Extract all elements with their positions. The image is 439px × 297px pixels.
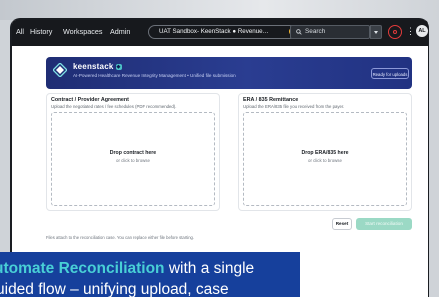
- search-scope-dropdown[interactable]: [370, 25, 382, 39]
- start-reconciliation-button[interactable]: Start reconciliation: [356, 218, 412, 230]
- hero-header: keenstack ◆ AI-Powered Healthcare Revenue…: [46, 57, 412, 89]
- search-input[interactable]: Search: [290, 25, 370, 39]
- era-upload-card: ERA / 835 Remittance Upload the ERA/835 …: [238, 93, 412, 211]
- dropzone-title: Drop contract here: [109, 150, 157, 156]
- environment-selector[interactable]: UAT Sandbox- KeenStack ● Revenue… ★: [148, 25, 304, 39]
- chevron-down-icon: [374, 31, 378, 34]
- top-navigation-bar: All History Workspaces Admin UAT Sandbox…: [12, 20, 428, 46]
- dropzone-browse-text[interactable]: or click to browse: [244, 158, 406, 163]
- search-placeholder: Search: [305, 28, 326, 35]
- avatar[interactable]: AL: [416, 25, 428, 37]
- card-subtitle: Upload the negotiated rates / fee schedu…: [51, 104, 177, 109]
- background: [0, 0, 439, 20]
- alert-icon: [393, 30, 397, 34]
- brand-logo: keenstack ◆: [73, 62, 122, 71]
- more-options-icon[interactable]: ⋮: [406, 26, 415, 38]
- banner-headline: utomate Reconciliation with a single: [0, 260, 254, 278]
- dropzone-title: Drop ERA/835 here: [301, 150, 349, 156]
- status-badge: Ready for uploads: [371, 68, 409, 79]
- dropzone-browse-text[interactable]: or click to browse: [52, 158, 214, 163]
- card-title: ERA / 835 Remittance: [243, 97, 299, 103]
- nav-item-admin[interactable]: Admin: [110, 27, 130, 36]
- card-subtitle: Upload the ERA/835 file you received fro…: [243, 104, 345, 109]
- footnote: Files attach to the reconciliation case.…: [46, 235, 195, 240]
- nav-item-workspaces[interactable]: Workspaces: [63, 27, 102, 36]
- nav-item-history[interactable]: History: [30, 27, 52, 36]
- brand-name: keenstack: [73, 62, 114, 71]
- environment-label: UAT Sandbox- KeenStack ● Revenue…: [159, 28, 269, 35]
- hero-subtitle: AI-Powered Healthcare Revenue Integrity …: [73, 73, 236, 78]
- keenstack-logo-icon: [53, 63, 67, 77]
- nav-item-all[interactable]: All: [16, 27, 24, 36]
- era-dropzone[interactable]: Drop ERA/835 here or click to browse: [243, 112, 407, 206]
- banner-subline: uided flow – unifying upload, case: [0, 281, 229, 297]
- contract-upload-card: Contract / Provider Agreement Upload the…: [46, 93, 220, 211]
- contract-dropzone[interactable]: Drop contract here or click to browse: [51, 112, 215, 206]
- alert-button[interactable]: [388, 25, 402, 39]
- banner-highlight: utomate Reconciliation: [0, 260, 165, 277]
- banner-text: with a single: [164, 260, 255, 277]
- logo-badge-icon: ◆: [115, 63, 122, 70]
- marketing-banner: utomate Reconciliation with a single uid…: [0, 252, 300, 297]
- reset-button[interactable]: Reset: [332, 218, 352, 230]
- search-icon: [296, 29, 302, 35]
- card-title: Contract / Provider Agreement: [51, 97, 129, 103]
